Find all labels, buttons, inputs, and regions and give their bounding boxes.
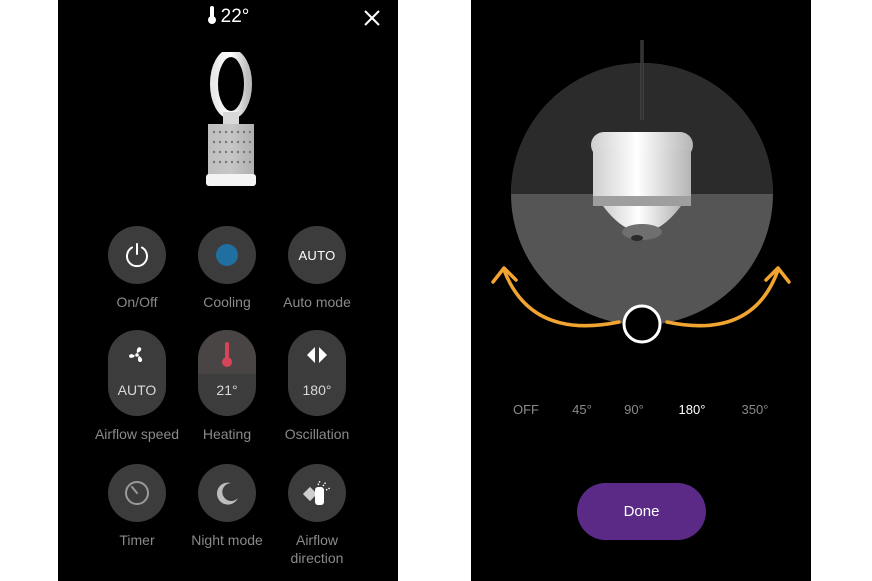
auto-mode-value: AUTO — [298, 247, 336, 263]
timer-icon — [125, 481, 149, 505]
angle-option-45[interactable]: 45° — [572, 402, 592, 417]
close-icon — [364, 10, 380, 26]
cooling-dot-icon — [216, 244, 238, 266]
moon-icon — [216, 482, 238, 505]
close-button[interactable] — [361, 7, 383, 29]
airflow-speed-button[interactable]: AUTO — [108, 330, 166, 416]
on-off-control: On/Off — [92, 226, 182, 311]
auto-mode-label: Auto mode — [283, 294, 351, 310]
oscillation-control: 180° Oscillation — [272, 330, 362, 443]
oscillation-arrows-icon — [307, 347, 327, 363]
purifier-device-image — [206, 52, 256, 186]
angle-option-off[interactable]: OFF — [513, 402, 539, 417]
airflow-direction-icon — [302, 480, 331, 505]
night-mode-control: Night mode — [182, 464, 272, 549]
angle-selector: OFF 45° 90° 180° 350° — [471, 402, 811, 422]
heating-control: 21° Heating — [182, 330, 272, 443]
on-off-button[interactable] — [108, 226, 166, 284]
airflow-direction-button[interactable] — [288, 464, 346, 522]
temperature-value: 22° — [220, 6, 250, 27]
power-icon — [126, 243, 148, 268]
heating-value: 21° — [216, 382, 238, 398]
heating-button[interactable]: 21° — [198, 330, 256, 416]
oscillation-dial — [491, 40, 791, 344]
night-mode-label: Night mode — [191, 532, 263, 548]
oscillation-label: Oscillation — [284, 426, 350, 442]
auto-mode-control: AUTO Auto mode — [272, 226, 362, 311]
airflow-speed-value: AUTO — [117, 382, 157, 398]
thermometer-icon — [222, 342, 232, 367]
cooling-label: Cooling — [203, 294, 251, 310]
dial-handle[interactable] — [622, 304, 662, 344]
fan-icon — [129, 347, 143, 362]
timer-control: Timer — [92, 464, 182, 549]
screenshot-canvas: 22° On/Off Cooling AUTO Auto mode AUTO A… — [0, 0, 872, 581]
temperature-header: 22° — [58, 4, 398, 30]
oscillation-value: 180° — [302, 382, 332, 398]
timer-label: Timer — [119, 532, 155, 548]
night-mode-button[interactable] — [198, 464, 256, 522]
done-button[interactable]: Done — [577, 483, 706, 540]
heating-label: Heating — [202, 426, 252, 442]
auto-mode-button[interactable]: AUTO — [288, 226, 346, 284]
oscillation-screen: OFF 45° 90° 180° 350° Done — [471, 0, 811, 581]
angle-option-90[interactable]: 90° — [624, 402, 644, 417]
airflow-speed-control: AUTO Airflow speed — [92, 330, 182, 443]
angle-option-350[interactable]: 350° — [742, 402, 769, 417]
cooling-control: Cooling — [182, 226, 272, 311]
angle-option-180[interactable]: 180° — [679, 402, 706, 417]
airflow-direction-control: Airflow direction — [272, 464, 362, 567]
airflow-speed-label: Airflow speed — [94, 426, 180, 442]
on-off-label: On/Off — [116, 294, 158, 310]
oscillation-button[interactable]: 180° — [288, 330, 346, 416]
airflow-direction-label: Airflow direction — [290, 532, 344, 566]
timer-button[interactable] — [108, 464, 166, 522]
thermometer-icon — [207, 6, 216, 24]
cooling-button[interactable] — [198, 226, 256, 284]
controls-screen: 22° On/Off Cooling AUTO Auto mode AUTO A… — [58, 0, 398, 581]
